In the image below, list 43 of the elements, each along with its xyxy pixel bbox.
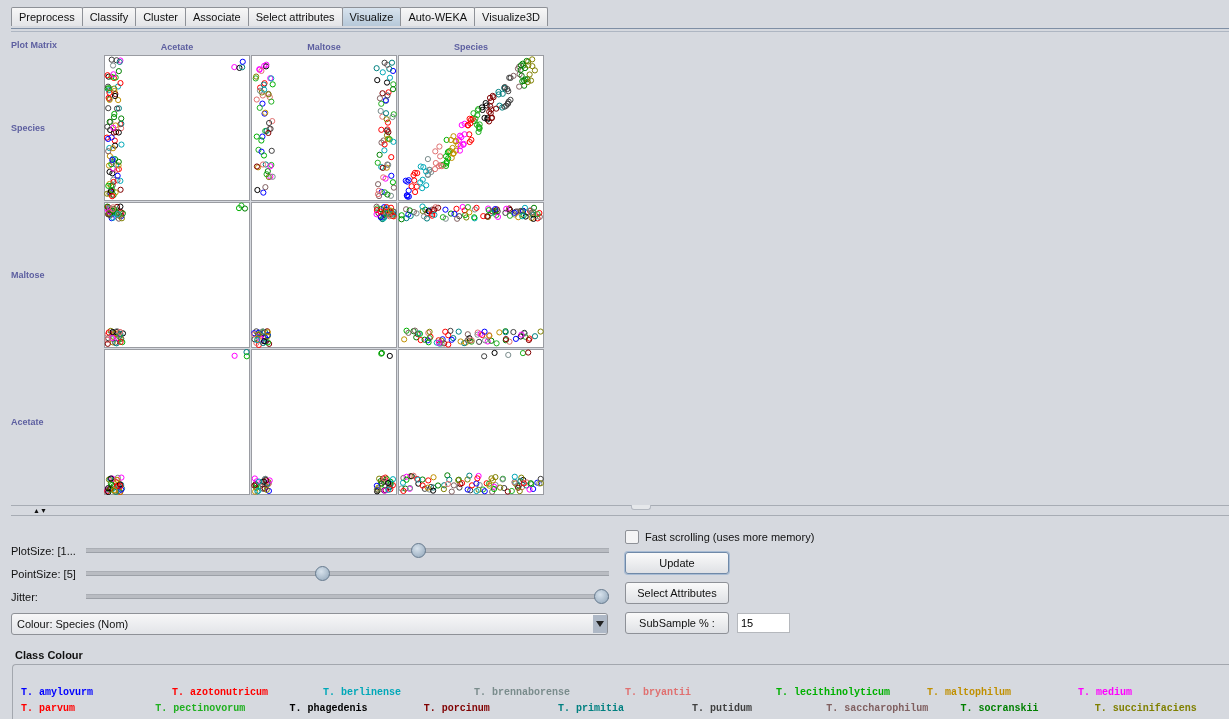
class-label[interactable]: T. saccharophilum [826, 701, 961, 717]
scatter-plot[interactable] [104, 202, 250, 348]
slider-label: Jitter: [11, 590, 39, 603]
select-attributes-button[interactable]: Select Attributes [625, 582, 729, 604]
checkbox-label: Fast scrolling (uses more memory) [645, 531, 815, 543]
row-label: Acetate [11, 417, 45, 427]
slider-label: PointSize: [5] [11, 567, 77, 580]
caret-icon[interactable] [593, 615, 607, 633]
class-label[interactable]: T. porcinum [423, 701, 558, 717]
checkbox[interactable] [625, 530, 639, 544]
scatter-plot[interactable] [251, 55, 397, 201]
scatter-plot[interactable] [398, 349, 544, 495]
tab[interactable]: Visualize3D [474, 7, 548, 26]
tab[interactable]: Cluster [135, 7, 186, 26]
tab[interactable]: Associate [185, 7, 249, 26]
row-label: Maltose [11, 270, 46, 280]
scatter-plot[interactable] [398, 202, 544, 348]
column-label: Species [453, 42, 489, 54]
column-label: Maltose [306, 42, 342, 54]
tab[interactable]: Classify [81, 7, 137, 26]
class-label[interactable]: T. amylovurm [21, 685, 172, 701]
class-label[interactable]: T. putidum [692, 701, 827, 717]
update-button[interactable]: Update [625, 552, 729, 574]
row-label: Species [11, 123, 47, 133]
class-colour-title: Class Colour [14, 648, 84, 661]
colour-dropdown[interactable]: Colour: Species (Nom) [11, 613, 608, 635]
scatter-plot[interactable] [251, 202, 397, 348]
tab[interactable]: Auto-WEKA [400, 7, 476, 26]
tab[interactable]: Select attributes [247, 7, 343, 26]
scatter-plot[interactable] [104, 55, 250, 201]
subsample-field[interactable]: 15 [737, 613, 790, 633]
slider-label: PlotSize: [1... [11, 544, 77, 557]
column-label: Acetate [159, 42, 195, 54]
class-label[interactable]: T. socranskii [960, 701, 1095, 717]
scatter-plot[interactable] [104, 349, 250, 495]
plot-matrix-title: Plot Matrix [11, 40, 58, 50]
scatter-plot[interactable] [251, 349, 397, 495]
scatter-plot[interactable] [398, 55, 544, 201]
tab[interactable]: Visualize [341, 7, 402, 26]
splitter-handle[interactable] [631, 505, 651, 510]
tab[interactable]: Preprocess [11, 7, 83, 26]
subsample-button[interactable]: SubSample % : [625, 612, 729, 634]
class-label[interactable]: T. phagedenis [289, 701, 424, 717]
